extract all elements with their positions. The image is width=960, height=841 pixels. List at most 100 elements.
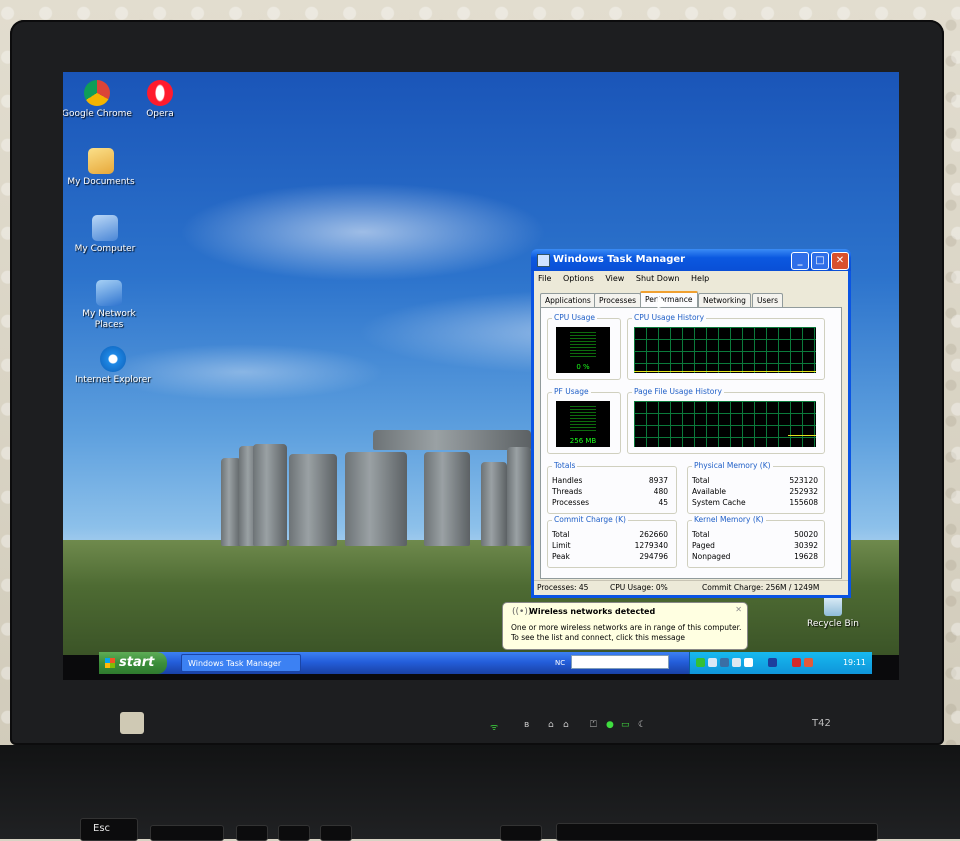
kernel-memory-table: Total 50020 Paged 30392 Nonpaged 19628 (692, 529, 818, 562)
menu-view[interactable]: View (605, 274, 624, 283)
chrome-icon (84, 80, 110, 106)
tray-icon-power[interactable] (744, 658, 753, 667)
desktop-icon-network-places[interactable]: My Network Places (69, 280, 149, 331)
computer-icon (92, 215, 118, 241)
taskbar-task-manager-button[interactable]: Windows Task Manager (181, 654, 301, 672)
model-label: T42 (812, 718, 831, 729)
stat-row: Total 262660 (552, 530, 668, 539)
cpu-history-group: CPU Usage History (627, 313, 825, 380)
group-label: PF Usage (552, 387, 591, 396)
stat-row: Available 252932 (692, 487, 818, 496)
window-body: File Options View Shut Down Help Applica… (534, 271, 848, 595)
stat-row: System Cache 155608 (692, 498, 818, 507)
window-titlebar[interactable]: Windows Task Manager _ □ ✕ (531, 249, 851, 271)
stat-row: Total 523120 (692, 476, 818, 485)
cpu-usage-value: 0 % (576, 363, 590, 371)
desktop-icon-label: My Network Places (82, 309, 136, 330)
tray-icon-wireless[interactable] (720, 658, 729, 667)
physical-memory-group: Physical Memory (K) Total 523120 Availabl… (687, 461, 825, 514)
taskbar-clock[interactable]: 19:11 (843, 652, 866, 674)
menu-options[interactable]: Options (563, 274, 594, 283)
wallpaper-stone (253, 444, 287, 546)
tab-applications[interactable]: Applications (540, 293, 596, 307)
status-cpu: CPU Usage: 0% (610, 583, 668, 592)
close-button[interactable]: ✕ (831, 252, 849, 270)
pf-usage-value: 256 MB (569, 437, 597, 445)
tray-icon-volume[interactable] (732, 658, 741, 667)
desktop-icon-label: Opera (146, 109, 174, 119)
pf-history-graph (634, 401, 816, 447)
drive-led-icon: ⌂ (548, 720, 554, 730)
power-led-icon: ● (606, 720, 614, 730)
stat-row: Paged 30392 (692, 541, 818, 550)
desktop-icon-my-computer[interactable]: My Computer (65, 215, 145, 255)
performance-panel: CPU Usage 0 % CPU Usage History PF Usage… (540, 307, 842, 579)
pf-history-group: Page File Usage History (627, 387, 825, 454)
tab-processes[interactable]: Processes (594, 293, 641, 307)
wireless-notification-balloon[interactable]: ((•)) Wireless networks detected ✕ One o… (502, 602, 748, 650)
pf-usage-group: PF Usage 256 MB (547, 387, 621, 454)
balloon-close-icon[interactable]: ✕ (735, 605, 742, 614)
task-manager-icon (537, 254, 550, 267)
toolbar-search-box[interactable] (571, 655, 669, 669)
status-commit: Commit Charge: 256M / 1249M (702, 583, 820, 592)
keyboard-key[interactable] (556, 823, 878, 841)
menu-help[interactable]: Help (691, 274, 709, 283)
latch (120, 712, 144, 734)
group-label: Totals (552, 461, 578, 470)
menu-bar: File Options View Shut Down Help (534, 271, 848, 286)
tab-users[interactable]: Users (752, 293, 784, 307)
group-label: Kernel Memory (K) (692, 515, 766, 524)
group-label: Commit Charge (K) (552, 515, 628, 524)
menu-file[interactable]: File (538, 274, 551, 283)
sleep-led-icon: ☾ (638, 720, 647, 730)
internet-explorer-icon (100, 346, 126, 372)
windows-logo-icon (105, 657, 115, 668)
balloon-message: One or more wireless networks are in ran… (511, 623, 742, 642)
menu-shut-down[interactable]: Shut Down (636, 274, 680, 283)
stat-row: Peak 294796 (552, 552, 668, 561)
kernel-memory-group: Kernel Memory (K) Total 50020 Paged 30392 … (687, 515, 825, 568)
tab-networking[interactable]: Networking (698, 293, 751, 307)
commit-charge-table: Total 262660 Limit 1279340 Peak 294796 (552, 529, 668, 562)
balloon-title: Wireless networks detected (529, 607, 656, 616)
tray-icon-security[interactable] (792, 658, 801, 667)
desktop-icon-recycle-bin[interactable]: Recycle Bin (793, 594, 873, 630)
commit-charge-group: Commit Charge (K) Total 262660 Limit 12793… (547, 515, 677, 568)
group-label: CPU Usage History (632, 313, 707, 322)
desktop-icon-label: Recycle Bin (807, 619, 859, 629)
minimize-button[interactable]: _ (791, 252, 809, 270)
network-icon (96, 280, 122, 306)
window-title: Windows Task Manager (553, 254, 686, 265)
toolbar-label: NC (555, 659, 566, 667)
desktop[interactable]: Google Chrome Opera My Documents My Comp… (63, 72, 899, 655)
folder-icon (88, 148, 114, 174)
group-label: Page File Usage History (632, 387, 724, 396)
desktop-icon-internet-explorer[interactable]: Internet Explorer (73, 346, 153, 386)
desktop-icon-opera[interactable]: Opera (120, 80, 200, 120)
stat-row: Nonpaged 19628 (692, 552, 818, 561)
tray-icon-green[interactable] (696, 658, 705, 667)
desktop-icon-my-documents[interactable]: My Documents (63, 148, 141, 188)
bluetooth-led-icon: ʙ (524, 720, 530, 730)
wallpaper-stone (424, 452, 470, 546)
lock-led-icon: ⌂ (563, 720, 569, 730)
tray-icon-network[interactable] (708, 658, 717, 667)
status-bar: Processes: 45 CPU Usage: 0% Commit Charg… (534, 580, 848, 595)
battery-led-icon: ▭ (621, 720, 630, 730)
wallpaper-stone (507, 447, 531, 546)
cpu-usage-meter: 0 % (556, 327, 610, 373)
tray-icon-shield[interactable] (804, 658, 813, 667)
tray-icon-media[interactable] (768, 658, 777, 667)
laptop-screen: Google Chrome Opera My Documents My Comp… (63, 72, 899, 680)
physical-memory-table: Total 523120 Available 252932 System Cache… (692, 475, 818, 508)
wallpaper-stone (373, 430, 531, 450)
task-manager-window[interactable]: Windows Task Manager _ □ ✕ File Options … (531, 249, 851, 598)
totals-group: Totals Handles 8937 Threads 480 Processes 4… (547, 461, 677, 514)
status-processes: Processes: 45 (537, 583, 589, 592)
start-button[interactable]: start (99, 652, 167, 674)
maximize-button[interactable]: □ (811, 252, 829, 270)
taskbar: start Windows Task Manager NC 19:11 (99, 652, 872, 674)
esc-key[interactable]: Esc (80, 818, 138, 841)
stat-row: Handles 8937 (552, 476, 668, 485)
